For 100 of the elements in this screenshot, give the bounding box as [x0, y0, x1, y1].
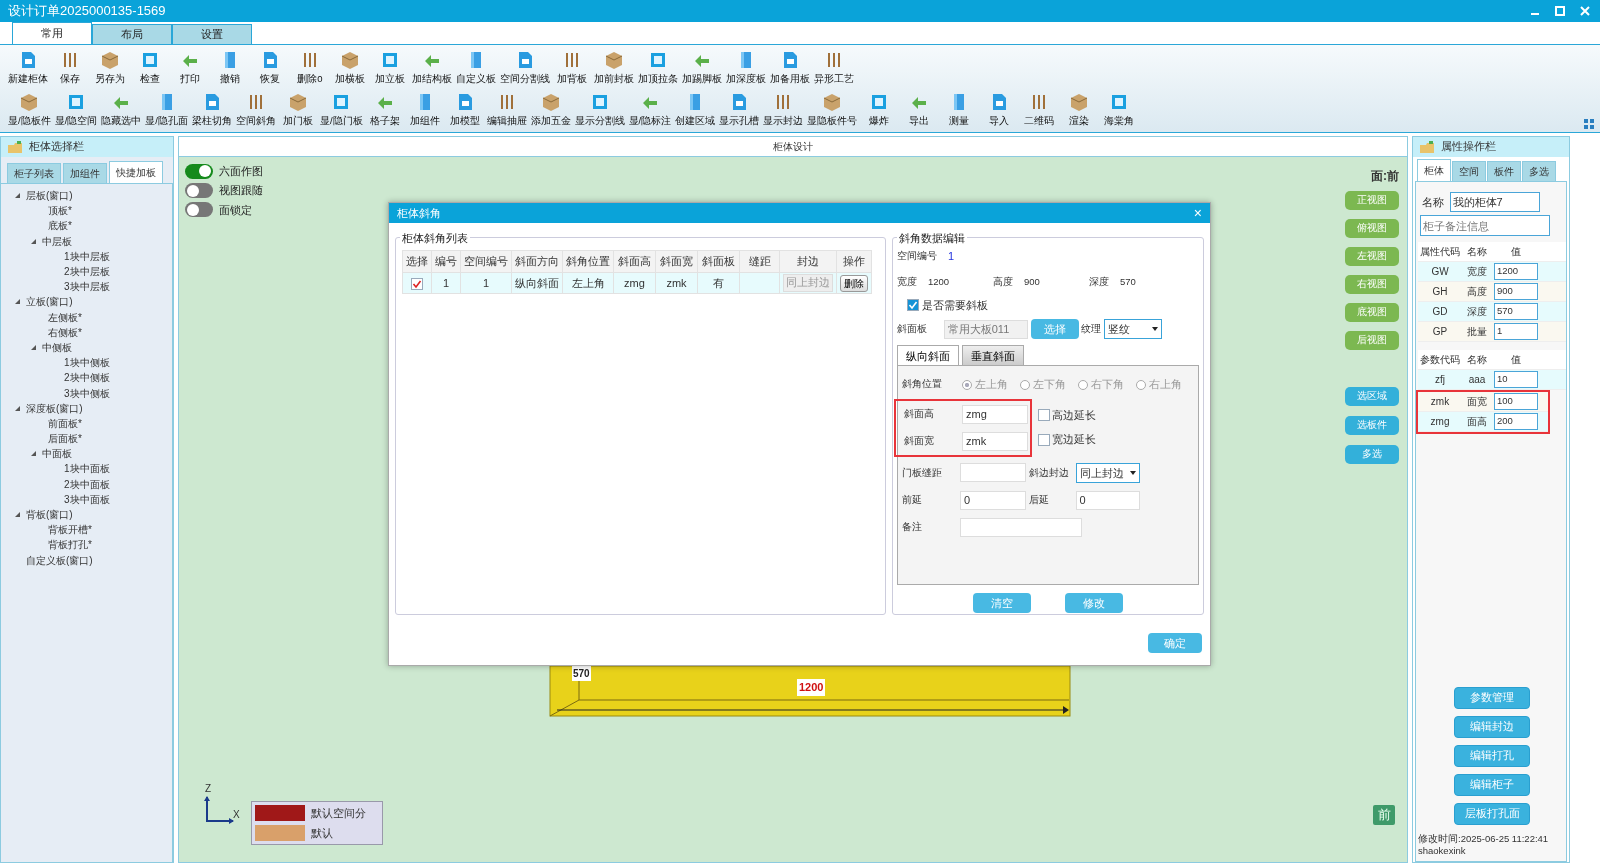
toolbar-button[interactable]: 异形工艺 [812, 47, 856, 89]
checkbox[interactable] [1037, 409, 1050, 421]
toolbar-button[interactable]: 删除0 [290, 47, 330, 89]
toolbar-button[interactable]: 检查 [130, 47, 170, 89]
text-field[interactable]: zmg [962, 404, 1028, 424]
toolbar-button[interactable]: 空间斜角 [233, 89, 278, 131]
tree-item[interactable]: 立板(窗口) [26, 294, 73, 310]
toolbar-button[interactable]: 格子架 [364, 89, 405, 131]
tree-item[interactable]: 3块中层板 [64, 279, 110, 295]
text-field[interactable]: 0 [1075, 490, 1140, 510]
toolbar-button[interactable]: 显隐板件号 [805, 89, 860, 131]
edge-select[interactable]: 同上封边 [1075, 462, 1140, 483]
tree-item[interactable]: 自定义板(窗口) [26, 552, 93, 568]
value-field[interactable]: 10 [1494, 371, 1538, 388]
toolbar-button[interactable]: 显示封边 [761, 89, 806, 131]
tree-item[interactable]: 1块中侧板 [64, 355, 110, 371]
toolbar-button[interactable]: 创建区域 [673, 89, 718, 131]
toolbar-button[interactable]: 海棠角 [1099, 89, 1140, 131]
toolbar-button[interactable]: 新建柜体 [6, 47, 50, 89]
toolbar-button[interactable]: 导入 [979, 89, 1020, 131]
toolbar-button[interactable]: 加结构板 [410, 47, 454, 89]
toolbar-button[interactable]: 自定义板 [454, 47, 498, 89]
panel-tab[interactable]: 加组件 [63, 163, 107, 183]
section-tab[interactable]: 纵向斜面 [897, 345, 959, 366]
toolbar-button[interactable]: 打印 [170, 47, 210, 89]
toolbar-button[interactable]: 隐藏选中 [99, 89, 144, 131]
toolbar-button[interactable]: 梁柱切角 [189, 89, 234, 131]
tree-item[interactable]: 深度板(窗口) [26, 400, 83, 416]
toolbar-button[interactable]: 显示孔槽 [717, 89, 762, 131]
toggle-switch[interactable] [185, 163, 213, 179]
toolbar-button[interactable]: 显/隐孔面 [143, 89, 190, 131]
value-field[interactable]: 1200 [1494, 263, 1538, 280]
toolbar-button[interactable]: 显示分割线 [572, 89, 627, 131]
toolbar-button[interactable]: 加横板 [330, 47, 370, 89]
texture-select[interactable]: 竖纹 [1104, 319, 1162, 340]
toggle-switch[interactable] [185, 202, 213, 218]
expand-icon[interactable] [15, 193, 20, 199]
toolbar-button[interactable]: 导出 [899, 89, 940, 131]
tree-item[interactable]: 前面板* [48, 415, 82, 431]
toolbar-button[interactable]: 加踢脚板 [680, 47, 724, 89]
remark-field[interactable]: 柜子备注信息 [1420, 215, 1550, 236]
tree-item[interactable]: 背板开槽* [48, 522, 92, 538]
toolbar-button[interactable]: 二维码 [1019, 89, 1060, 131]
tree-item[interactable]: 2块中面板 [64, 476, 110, 492]
expand-icon[interactable] [31, 451, 36, 457]
toolbar-button[interactable]: 加立板 [370, 47, 410, 89]
expand-icon[interactable] [15, 299, 20, 305]
expand-icon[interactable] [31, 344, 36, 350]
value-field[interactable]: 1 [1494, 323, 1538, 340]
toolbar-button[interactable]: 加备用板 [768, 47, 812, 89]
section-tab[interactable]: 垂直斜面 [961, 345, 1024, 366]
text-field[interactable] [960, 463, 1026, 483]
expand-icon[interactable] [31, 238, 36, 244]
toolbar-button[interactable]: 加前封板 [592, 47, 636, 89]
value-field[interactable]: 900 [1494, 283, 1538, 300]
checkbox[interactable] [1037, 433, 1050, 446]
tree-item[interactable]: 中侧板 [42, 339, 72, 355]
tree-item[interactable]: 背板(窗口) [26, 507, 73, 523]
toolbar-button[interactable]: 加组件 [404, 89, 445, 131]
checkbox[interactable] [907, 299, 919, 311]
tree-item[interactable]: 右侧板* [48, 324, 82, 340]
panel-tab[interactable]: 柜体 [1417, 159, 1451, 181]
toolbar-button[interactable]: 显/隐板件 [6, 89, 53, 131]
toolbar-button[interactable]: 加深度板 [724, 47, 768, 89]
toolbar-button[interactable]: 加背板 [552, 47, 592, 89]
expand-icon[interactable] [15, 405, 20, 411]
value-field[interactable]: 570 [1494, 303, 1538, 320]
tree-item[interactable]: 后面板* [48, 431, 82, 447]
toolbar-button[interactable]: 显/隐空间 [52, 89, 100, 131]
toolbar-button[interactable]: 恢复 [250, 47, 290, 89]
panel-tab[interactable]: 多选 [1522, 161, 1556, 181]
grid-icon[interactable] [1584, 119, 1594, 129]
toggle-switch[interactable] [185, 183, 213, 198]
ribbon-tab[interactable]: 布局 [92, 24, 172, 44]
value-field[interactable]: 100 [1494, 393, 1538, 410]
ribbon-tab[interactable]: 常用 [12, 22, 92, 44]
tree-item[interactable]: 2块中层板 [64, 264, 110, 280]
tree-item[interactable]: 2块中侧板 [64, 370, 110, 386]
toolbar-button[interactable]: 加顶拉条 [636, 47, 680, 89]
tree-item[interactable]: 中面板 [42, 446, 72, 462]
ribbon-tab[interactable]: 设置 [172, 24, 252, 44]
text-field[interactable]: zmk [962, 431, 1028, 451]
toolbar-button[interactable]: 加门板 [277, 89, 318, 131]
delete-button[interactable]: 删除 [840, 274, 868, 292]
tree-item[interactable]: 顶板* [48, 203, 72, 219]
tree-item[interactable]: 3块中面板 [64, 491, 110, 507]
toolbar-button[interactable]: 爆炸 [859, 89, 900, 131]
name-field[interactable]: 我的柜体7 [1449, 192, 1540, 212]
tree-item[interactable]: 底板* [48, 218, 72, 234]
panel-tab[interactable]: 快捷加板 [109, 161, 163, 183]
toolbar-button[interactable]: 加模型 [444, 89, 485, 131]
text-field[interactable]: 0 [960, 490, 1026, 510]
checkbox[interactable] [411, 277, 423, 290]
panel-tab[interactable]: 柜子列表 [7, 163, 61, 183]
tree-item[interactable]: 1块中层板 [64, 248, 110, 264]
toolbar-button[interactable]: 显/隐标注 [626, 89, 674, 131]
toolbar-button[interactable]: 保存 [50, 47, 90, 89]
tree-item[interactable]: 3块中侧板 [64, 385, 110, 401]
maximize-icon[interactable] [1553, 4, 1567, 18]
tree-item[interactable]: 层板(窗口) [26, 188, 73, 204]
